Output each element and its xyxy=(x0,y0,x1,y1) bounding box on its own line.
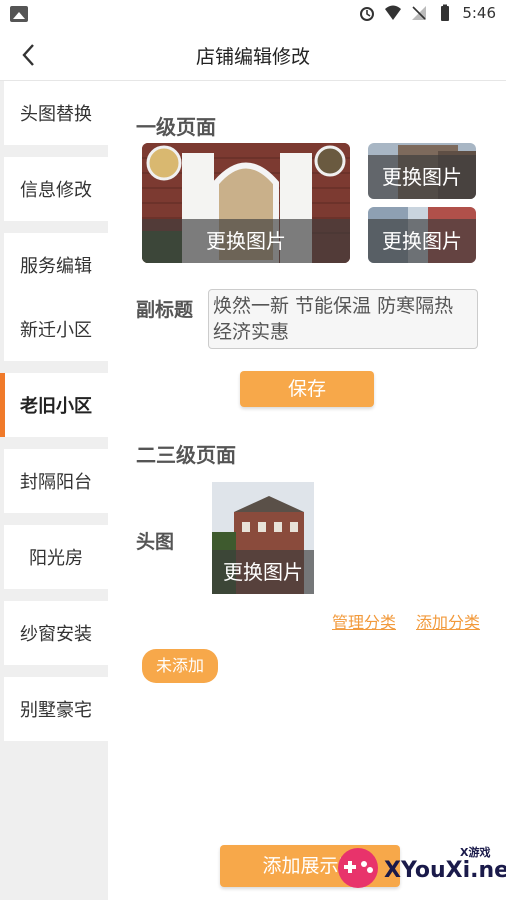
sidebar-item-villa[interactable]: 别墅豪宅 xyxy=(4,677,108,741)
replace-image-button-2[interactable]: 更换图片 xyxy=(368,155,476,199)
not-added-tag[interactable]: 未添加 xyxy=(142,649,218,683)
sidebar-item-balcony[interactable]: 封隔阳台 xyxy=(4,449,108,513)
wifi-icon xyxy=(385,5,402,20)
replace-head-image-button[interactable]: 更换图片 xyxy=(212,550,314,594)
battery-icon xyxy=(441,4,450,21)
status-time: 5:46 xyxy=(462,4,496,22)
sidebar-item-screen-window[interactable]: 纱窗安装 xyxy=(4,601,108,665)
head-image[interactable]: 更换图片 xyxy=(212,482,314,594)
section-title-level1: 一级页面 xyxy=(136,115,216,139)
main-content: 一级页面 更换图片 更换图片 更换图片 副标题 焕然一新 节能保温 防寒隔热 经… xyxy=(108,81,506,900)
subtitle-label: 副标题 xyxy=(136,299,194,321)
level1-side-image-2[interactable]: 更换图片 xyxy=(368,207,476,263)
save-button[interactable]: 保存 xyxy=(240,371,374,407)
add-category-link[interactable]: 添加分类 xyxy=(416,609,480,633)
subtitle-input[interactable]: 焕然一新 节能保温 防寒隔热 经济实惠 xyxy=(208,289,478,349)
page-title: 店铺编辑修改 xyxy=(195,46,310,68)
sidebar-item-info-edit[interactable]: 信息修改 xyxy=(4,157,108,221)
section-title-level23: 二三级页面 xyxy=(136,443,236,467)
sidebar-item-new-community[interactable]: 新迁小区 xyxy=(4,297,108,361)
level1-side-image-1[interactable]: 更换图片 xyxy=(368,143,476,199)
alarm-icon xyxy=(360,7,375,21)
sidebar-item-sunroom[interactable]: 阳光房 xyxy=(4,525,108,589)
sidebar: 头图替换 信息修改 服务编辑 新迁小区 老旧小区 封隔阳台 阳光房 纱窗安装 别… xyxy=(0,81,108,900)
status-icons: 5:46 xyxy=(358,4,496,22)
gamepad-logo-icon xyxy=(338,848,378,888)
gallery-notification-icon xyxy=(10,6,28,22)
sidebar-item-head-image[interactable]: 头图替换 xyxy=(4,81,108,145)
title-bar: 店铺编辑修改 xyxy=(0,30,506,81)
manage-category-link[interactable]: 管理分类 xyxy=(332,609,396,633)
level1-main-image[interactable]: 更换图片 xyxy=(142,143,350,263)
status-bar: 5:46 xyxy=(0,0,506,30)
watermark-logo: X游戏 XYouXi.net xyxy=(330,840,506,896)
sidebar-item-old-community[interactable]: 老旧小区 xyxy=(0,373,108,437)
replace-image-button-3[interactable]: 更换图片 xyxy=(368,219,476,263)
sidebar-item-service-edit[interactable]: 服务编辑 xyxy=(4,233,108,297)
no-signal-icon xyxy=(412,6,427,20)
watermark-brand-text: XYouXi.net xyxy=(384,858,506,883)
replace-image-button-1[interactable]: 更换图片 xyxy=(142,219,350,263)
head-image-label: 头图 xyxy=(136,531,175,553)
